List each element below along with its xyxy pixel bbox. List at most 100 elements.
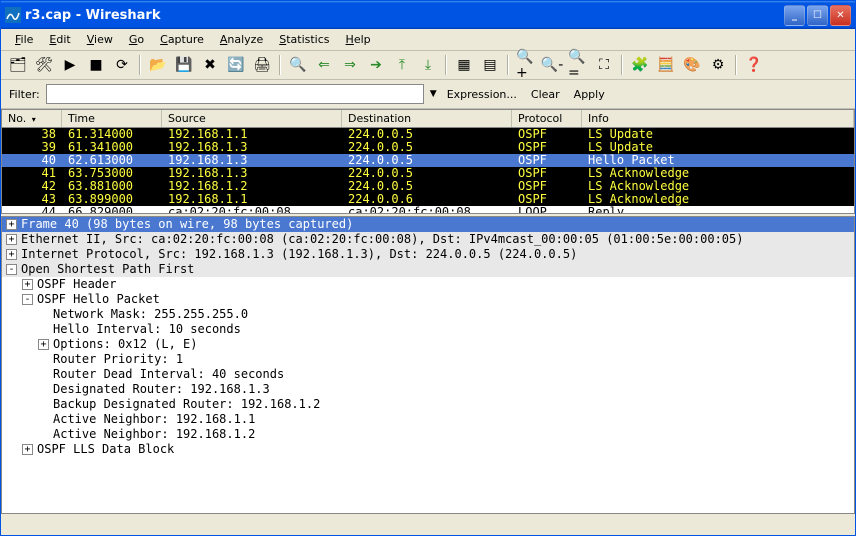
collapse-icon[interactable]: - [6, 264, 17, 275]
coloring-rules-icon[interactable]: 🎨 [681, 54, 703, 76]
packet-row[interactable]: 4263.881000192.168.1.2224.0.0.5OSPFLS Ac… [2, 180, 854, 193]
stop-capture-icon[interactable]: ■ [85, 54, 107, 76]
menu-help[interactable]: Help [338, 31, 379, 48]
detail-line[interactable]: -Open Shortest Path First [2, 262, 854, 277]
detail-text: Frame 40 (98 bytes on wire, 98 bytes cap… [21, 217, 353, 232]
print-icon[interactable]: 🖨 [251, 54, 273, 76]
open-icon[interactable]: 📂 [147, 54, 169, 76]
detail-line[interactable]: Router Dead Interval: 40 seconds [2, 367, 854, 382]
menu-analyze[interactable]: Analyze [212, 31, 271, 48]
go-last-icon[interactable]: ⤓ [417, 54, 439, 76]
display-filters-icon[interactable]: 🧮 [655, 54, 677, 76]
save-icon[interactable]: 💾 [173, 54, 195, 76]
detail-line[interactable]: +Internet Protocol, Src: 192.168.1.3 (19… [2, 247, 854, 262]
minimize-button[interactable]: _ [784, 5, 805, 26]
packet-list-pane[interactable]: No. ▾ Time Source Destination Protocol I… [1, 109, 855, 214]
column-no[interactable]: No. ▾ [2, 110, 62, 127]
close-file-icon[interactable]: ✖ [199, 54, 221, 76]
filter-clear-button[interactable]: Clear [527, 86, 564, 103]
menu-capture[interactable]: Capture [152, 31, 212, 48]
detail-line[interactable]: -OSPF Hello Packet [2, 292, 854, 307]
expand-icon[interactable]: + [6, 219, 17, 230]
start-capture-icon[interactable]: ▶ [59, 54, 81, 76]
expand-icon[interactable]: + [22, 279, 33, 290]
detail-line[interactable]: +Options: 0x12 (L, E) [2, 337, 854, 352]
detail-text: Router Dead Interval: 40 seconds [53, 367, 284, 382]
filter-expression-button[interactable]: Expression... [443, 86, 521, 103]
expand-icon[interactable]: + [6, 234, 17, 245]
packet-row[interactable]: 4466.829000ca:02:20:fc:00:08ca:02:20:fc:… [2, 206, 854, 214]
menu-view[interactable]: View [79, 31, 121, 48]
packet-row[interactable]: 4062.613000192.168.1.3224.0.0.5OSPFHello… [2, 154, 854, 167]
packet-cell-src: 192.168.1.3 [162, 154, 342, 167]
menu-statistics[interactable]: Statistics [271, 31, 337, 48]
detail-line[interactable]: + OSPF LLS Data Block [2, 442, 854, 457]
resize-columns-icon[interactable]: ⛶ [593, 54, 615, 76]
packet-cell-no: 40 [2, 154, 62, 167]
close-button[interactable]: ✕ [830, 5, 851, 26]
expand-icon[interactable]: + [38, 339, 49, 350]
detail-line[interactable]: Active Neighbor: 192.168.1.2 [2, 427, 854, 442]
filter-apply-button[interactable]: Apply [570, 86, 609, 103]
packet-cell-no: 43 [2, 193, 62, 206]
column-source[interactable]: Source [162, 110, 342, 127]
detail-text: Active Neighbor: 192.168.1.2 [53, 427, 255, 442]
toolbar-separator [735, 55, 737, 75]
go-back-icon[interactable]: ⇐ [313, 54, 335, 76]
packet-cell-info: LS Acknowledge [582, 180, 854, 193]
window-titlebar: r3.cap - Wireshark _ ☐ ✕ [1, 1, 855, 29]
column-info[interactable]: Info [582, 110, 854, 127]
colorize-icon[interactable]: ▦ [453, 54, 475, 76]
detail-line[interactable]: Active Neighbor: 192.168.1.1 [2, 412, 854, 427]
options-icon[interactable]: 🛠 [33, 54, 55, 76]
packet-details-pane[interactable]: + Frame 40 (98 bytes on wire, 98 bytes ca… [1, 216, 855, 514]
menu-edit[interactable]: Edit [41, 31, 78, 48]
filter-input[interactable] [46, 84, 424, 104]
packet-cell-proto: OSPF [512, 167, 582, 180]
packet-row[interactable]: 3961.341000192.168.1.3224.0.0.5OSPFLS Up… [2, 141, 854, 154]
maximize-button[interactable]: ☐ [807, 5, 828, 26]
column-protocol[interactable]: Protocol [512, 110, 582, 127]
zoom-out-icon[interactable]: 🔍- [541, 54, 563, 76]
help-icon[interactable]: ❓ [743, 54, 765, 76]
column-time[interactable]: Time [62, 110, 162, 127]
detail-line[interactable]: + OSPF Header [2, 277, 854, 292]
capture-filters-icon[interactable]: 🧩 [629, 54, 651, 76]
detail-text: Backup Designated Router: 192.168.1.2 [53, 397, 320, 412]
detail-text: Ethernet II, Src: ca:02:20:fc:00:08 (ca:… [21, 232, 743, 247]
column-destination[interactable]: Destination [342, 110, 512, 127]
find-icon[interactable]: 🔍 [287, 54, 309, 76]
packet-row[interactable]: 4363.899000192.168.1.1224.0.0.6OSPFLS Ac… [2, 193, 854, 206]
preferences-icon[interactable]: ⚙ [707, 54, 729, 76]
packet-cell-src: 192.168.1.3 [162, 167, 342, 180]
detail-line[interactable]: + Frame 40 (98 bytes on wire, 98 bytes ca… [2, 217, 854, 232]
detail-line[interactable]: Network Mask: 255.255.255.0 [2, 307, 854, 322]
detail-text: OSPF Header [37, 277, 116, 292]
packet-cell-proto: OSPF [512, 193, 582, 206]
packet-cell-dst: 224.0.0.5 [342, 141, 512, 154]
reload-icon[interactable]: 🔄 [225, 54, 247, 76]
packet-row[interactable]: 4163.753000192.168.1.3224.0.0.5OSPFLS Ac… [2, 167, 854, 180]
auto-scroll-icon[interactable]: ▤ [479, 54, 501, 76]
detail-line[interactable]: Designated Router: 192.168.1.3 [2, 382, 854, 397]
expand-icon[interactable]: + [6, 249, 17, 260]
go-to-packet-icon[interactable]: ➔ [365, 54, 387, 76]
go-forward-icon[interactable]: ⇒ [339, 54, 361, 76]
detail-line[interactable]: Router Priority: 1 [2, 352, 854, 367]
packet-row[interactable]: 3861.314000192.168.1.1224.0.0.5OSPFLS Up… [2, 128, 854, 141]
detail-line[interactable]: + Ethernet II, Src: ca:02:20:fc:00:08 (ca… [2, 232, 854, 247]
menu-file[interactable]: File [7, 31, 41, 48]
detail-line[interactable]: Backup Designated Router: 192.168.1.2 [2, 397, 854, 412]
collapse-icon[interactable]: - [22, 294, 33, 305]
zoom-in-icon[interactable]: 🔍+ [515, 54, 537, 76]
filter-dropdown-icon[interactable]: ▼ [430, 89, 437, 99]
expand-icon[interactable]: + [22, 444, 33, 455]
menu-go[interactable]: Go [121, 31, 152, 48]
restart-capture-icon[interactable]: ⟳ [111, 54, 133, 76]
detail-text: OSPF LLS Data Block [37, 442, 174, 457]
detail-line[interactable]: Hello Interval: 10 seconds [2, 322, 854, 337]
packet-cell-no: 44 [2, 206, 62, 214]
zoom-reset-icon[interactable]: 🔍= [567, 54, 589, 76]
go-first-icon[interactable]: ⤒ [391, 54, 413, 76]
interfaces-icon[interactable]: 🗂 [7, 54, 29, 76]
